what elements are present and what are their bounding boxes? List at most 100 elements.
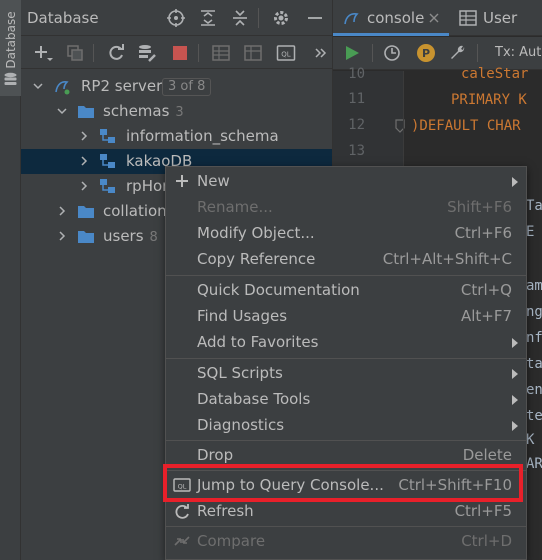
edit-table-icon[interactable]: [243, 43, 263, 63]
submenu-arrow-icon: [512, 369, 518, 379]
menu-item-refresh[interactable]: Refresh Ctrl+F5: [166, 498, 526, 524]
tool-window-strip: Database: [0, 0, 21, 560]
panel-title: Database: [27, 9, 99, 27]
menu-item-copy-reference[interactable]: Copy Reference Ctrl+Alt+Shift+C: [166, 246, 526, 272]
run-icon[interactable]: [344, 45, 360, 61]
menu-item-label: Add to Favorites: [197, 333, 319, 351]
mysql-console-icon: [344, 13, 359, 25]
database-tool-label: Database: [4, 11, 18, 69]
menu-separator: [166, 470, 526, 471]
submenu-arrow-icon: [512, 338, 518, 348]
history-icon[interactable]: [383, 44, 401, 62]
chevron-right-icon[interactable]: [79, 156, 89, 166]
menu-separator: [166, 440, 526, 441]
duplicate-icon[interactable]: [65, 43, 85, 63]
svg-text:P: P: [422, 47, 430, 60]
folder-icon: [78, 206, 94, 218]
menu-item-label: Rename...: [197, 198, 273, 216]
schemas-node-text: schemas 3: [103, 99, 184, 125]
toolbar-divider: [372, 44, 373, 62]
menu-item-shortcut: Delete: [462, 446, 512, 464]
menu-item-new[interactable]: New: [166, 168, 526, 194]
line-number: 12: [348, 117, 365, 133]
menu-item-modify-object[interactable]: Modify Object... Ctrl+F6: [166, 220, 526, 246]
chevron-right-icon[interactable]: [79, 131, 89, 141]
code-fragment: te: [526, 408, 542, 424]
tree-node-schemas[interactable]: schemas 3: [21, 99, 332, 124]
menu-item-add-to-favorites[interactable]: Add to Favorites: [166, 329, 526, 355]
collations-label: collations: [103, 202, 175, 220]
menu-item-shortcut: Ctrl+F5: [454, 502, 512, 520]
code-fragment: am: [526, 278, 542, 294]
wrench-icon[interactable]: [449, 44, 467, 62]
schema-icon: [100, 179, 115, 193]
minimize-icon[interactable]: [305, 8, 325, 28]
editor-tab-bar: console User: [333, 0, 542, 36]
menu-item-sql-scripts[interactable]: SQL Scripts: [166, 360, 526, 386]
code-line: )DEFAULT CHAR: [411, 118, 521, 134]
header-divider: [258, 8, 259, 28]
database-panel-header: Database: [21, 0, 332, 36]
menu-item-drop[interactable]: Drop Delete: [166, 442, 526, 468]
tab-console[interactable]: console: [333, 0, 449, 36]
collapse-all-icon[interactable]: [230, 8, 250, 28]
chevron-right-icon[interactable]: [57, 231, 67, 241]
context-menu: New Rename... Shift+F6 Modify Object... …: [165, 166, 527, 560]
menu-item-rename[interactable]: Rename... Shift+F6: [166, 194, 526, 220]
stop-icon[interactable]: [170, 43, 190, 63]
menu-item-database-tools[interactable]: Database Tools: [166, 386, 526, 412]
schema-icon: [100, 129, 115, 143]
folder-icon: [78, 231, 94, 243]
chevron-down-icon[interactable]: [57, 106, 67, 116]
submenu-arrow-icon: [512, 177, 518, 187]
table-icon[interactable]: [211, 43, 231, 63]
code-fragment: nf: [526, 330, 542, 346]
chevron-right-icon[interactable]: [57, 206, 67, 216]
add-icon[interactable]: [33, 43, 53, 63]
query-console-icon[interactable]: QL: [276, 43, 296, 63]
tab-user-label: User: [483, 9, 518, 27]
plus-icon: [176, 175, 188, 187]
menu-item-shortcut: Ctrl+Alt+Shift+C: [382, 250, 512, 268]
chevron-down-icon[interactable]: [33, 81, 43, 91]
properties-icon[interactable]: [137, 43, 157, 63]
tree-node-schema[interactable]: information_schema: [21, 124, 332, 149]
menu-separator: [166, 526, 526, 527]
tab-console-label: console: [367, 9, 425, 27]
menu-item-find-usages[interactable]: Find Usages Alt+F7: [166, 303, 526, 329]
submenu-arrow-icon: [512, 421, 518, 431]
menu-item-compare[interactable]: Compare Ctrl+D: [166, 528, 526, 554]
more-icon[interactable]: [311, 43, 331, 63]
crosshair-icon[interactable]: [166, 8, 186, 28]
users-node-text: users 8: [103, 224, 158, 250]
tree-node-server[interactable]: RP2 server 3 of 8: [21, 74, 332, 99]
svg-text:QL: QL: [281, 51, 291, 59]
menu-item-label: New: [197, 172, 230, 190]
menu-item-label: Jump to Query Console...: [197, 476, 384, 494]
chevron-right-icon[interactable]: [79, 181, 89, 191]
svg-text:QL: QL: [178, 483, 187, 491]
menu-item-shortcut: Ctrl+F6: [454, 224, 512, 242]
code-fragment: ng: [526, 304, 542, 320]
expand-all-icon[interactable]: [198, 8, 218, 28]
menu-item-label: Database Tools: [197, 390, 311, 408]
refresh-icon[interactable]: [106, 43, 126, 63]
menu-item-jump-to-query-console[interactable]: QL Jump to Query Console... Ctrl+Shift+F…: [166, 472, 526, 498]
code-fragment: K: [526, 432, 535, 448]
parameters-icon[interactable]: P: [416, 43, 436, 63]
gear-icon[interactable]: [271, 8, 291, 28]
transaction-mode-label[interactable]: Tx: Auto: [495, 45, 542, 60]
schema-icon: [100, 154, 115, 168]
close-icon[interactable]: [429, 13, 439, 23]
menu-item-diagnostics[interactable]: Diagnostics: [166, 412, 526, 438]
menu-item-shortcut: Alt+F7: [460, 307, 512, 325]
menu-item-label: Refresh: [197, 502, 254, 520]
code-line: PRIMARY K: [451, 92, 527, 108]
submenu-arrow-icon: [512, 395, 518, 405]
menu-item-quick-documentation[interactable]: Quick Documentation Ctrl+Q: [166, 277, 526, 303]
tab-user[interactable]: User: [457, 0, 542, 36]
toolbar-divider: [93, 44, 94, 62]
database-tool-tab[interactable]: Database: [0, 0, 21, 96]
menu-item-shortcut: Ctrl+Q: [460, 281, 512, 299]
menu-separator: [166, 358, 526, 359]
